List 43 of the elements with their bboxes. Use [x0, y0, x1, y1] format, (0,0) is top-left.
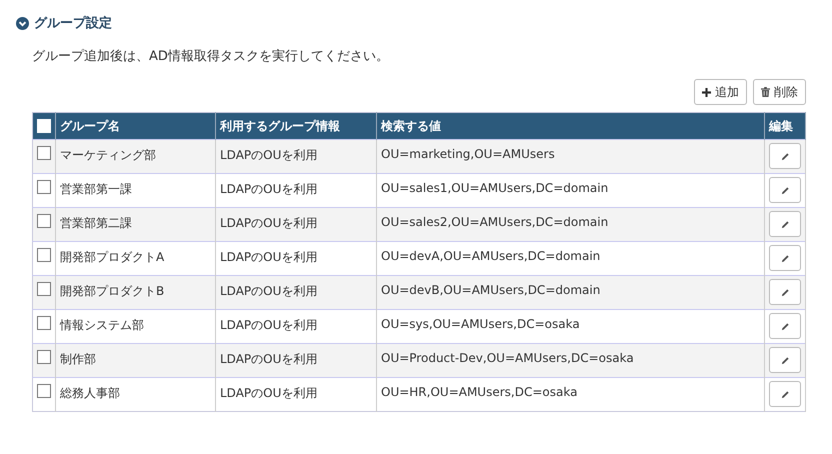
column-header: 編集 — [764, 112, 806, 140]
table-cell: OU=HR,OU=AMUsers,DC=osaka — [376, 378, 764, 412]
trash-icon — [761, 87, 770, 97]
plus-icon — [702, 88, 711, 96]
row-checkbox[interactable] — [37, 384, 51, 398]
row-checkbox[interactable] — [37, 214, 51, 228]
row-checkbox[interactable] — [37, 316, 51, 330]
table-cell: LDAPのOUを利用 — [216, 344, 376, 378]
row-checkbox[interactable] — [37, 180, 51, 194]
table-cell: OU=Product-Dev,OU=AMUsers,DC=osaka — [376, 344, 764, 378]
table-cell: OU=sales2,OU=AMUsers,DC=domain — [376, 208, 764, 242]
column-header: 検索する値 — [376, 112, 764, 140]
table-cell: LDAPのOUを利用 — [216, 208, 376, 242]
select-all-checkbox[interactable] — [37, 119, 51, 133]
row-checkbox[interactable] — [37, 248, 51, 262]
column-header: 利用するグループ情報 — [216, 112, 376, 140]
pencil-icon — [780, 254, 790, 262]
row-checkbox[interactable] — [37, 146, 51, 160]
pencil-icon — [780, 390, 790, 398]
column-header: グループ名 — [56, 112, 216, 140]
pencil-icon — [780, 152, 790, 160]
row-checkbox[interactable] — [37, 282, 51, 296]
table-cell: 総務人事部 — [56, 378, 216, 412]
add-button[interactable]: 追加 — [694, 79, 747, 105]
row-checkbox[interactable] — [37, 350, 51, 364]
table-cell: 制作部 — [56, 344, 216, 378]
table-cell: OU=marketing,OU=AMUsers — [376, 140, 764, 174]
pencil-icon — [780, 322, 790, 330]
delete-button[interactable]: 削除 — [753, 79, 806, 105]
pencil-icon — [780, 186, 790, 194]
table-cell: マーケティング部 — [56, 140, 216, 174]
notice-text: グループ追加後は、AD情報取得タスクを実行してください。 — [32, 48, 390, 65]
pencil-icon — [780, 356, 790, 364]
table-cell: OU=devB,OU=AMUsers,DC=domain — [376, 276, 764, 310]
pencil-icon — [780, 288, 790, 296]
pencil-icon — [780, 220, 790, 228]
table-cell: 開発部プロダクトB — [56, 276, 216, 310]
table-cell: LDAPのOUを利用 — [216, 140, 376, 174]
chevron-down-icon[interactable] — [16, 16, 29, 30]
table-cell: LDAPのOUを利用 — [216, 378, 376, 412]
table-cell: 営業部第二課 — [56, 208, 216, 242]
table-cell: LDAPのOUを利用 — [216, 276, 376, 310]
section-title: グループ設定 — [34, 14, 112, 32]
